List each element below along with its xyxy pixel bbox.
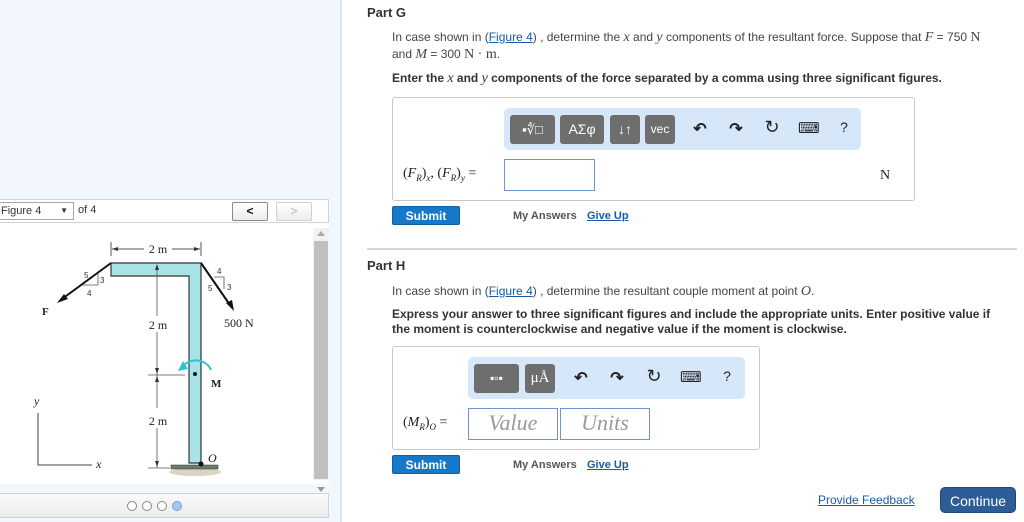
part-h-my-answers[interactable]: My Answers: [513, 459, 577, 471]
figure-4-link[interactable]: Figure 4: [489, 30, 533, 44]
figure-4-link-h[interactable]: Figure 4: [489, 284, 533, 298]
part-h-title: Part H: [367, 258, 406, 273]
part-h-instructions: Express your answer to three significant…: [392, 307, 991, 336]
value-input[interactable]: Value: [468, 408, 558, 440]
page-dot-1[interactable]: [127, 501, 137, 511]
continue-button[interactable]: Continue: [940, 487, 1016, 513]
templates-button-h[interactable]: ▪▫▪: [474, 364, 519, 393]
keyboard-icon-h[interactable]: ⌨: [680, 368, 702, 386]
part-g-answer-box: ▪∜□ ΑΣφ ↓↑ vec ↶ ↷ ↻ ⌨ ? (FR)x, (FR)y = …: [392, 97, 915, 201]
force-500n-label: 500 N: [224, 316, 254, 330]
units-input[interactable]: Units: [560, 408, 650, 440]
svg-text:3: 3: [227, 283, 232, 292]
help-icon-h[interactable]: ?: [717, 368, 737, 384]
svg-text:5: 5: [208, 284, 213, 293]
next-figure-button[interactable]: >: [276, 202, 312, 221]
mid-dimension-label: 2 m: [149, 318, 168, 332]
moment-label: M: [211, 378, 222, 390]
scrollbar-thumb[interactable]: [314, 241, 328, 479]
part-h-submit-button[interactable]: Submit: [392, 455, 460, 474]
part-g-my-answers[interactable]: My Answers: [513, 210, 577, 222]
svg-text:3: 3: [100, 276, 105, 285]
part-g-instructions: Enter the x and y components of the forc…: [392, 71, 942, 86]
vector-button[interactable]: vec: [645, 115, 675, 144]
page-dot-2[interactable]: [142, 501, 152, 511]
figure-toolbar: Figure 4 ▼ of 4 < >: [0, 199, 329, 223]
part-h-give-up-link[interactable]: Give Up: [587, 459, 629, 471]
svg-text:x: x: [95, 457, 102, 471]
help-icon[interactable]: ?: [834, 119, 854, 135]
page-dot-3[interactable]: [157, 501, 167, 511]
top-dimension-label: 2 m: [149, 242, 168, 256]
xy-axes: y x: [33, 394, 102, 471]
reset-icon-h[interactable]: ↻: [644, 366, 664, 387]
part-g-submit-button[interactable]: Submit: [392, 206, 460, 225]
figure-select-value: Figure 4: [1, 205, 42, 217]
keyboard-icon[interactable]: ⌨: [798, 119, 820, 137]
svg-text:y: y: [33, 394, 40, 408]
part-g-title: Part G: [367, 5, 407, 20]
reset-icon[interactable]: ↻: [762, 117, 782, 138]
part-h-question: In case shown in (Figure 4) , determine …: [392, 284, 815, 299]
scroll-down-icon[interactable]: [317, 487, 325, 492]
page-dot-4[interactable]: [172, 501, 182, 511]
figure-diagram: 2 m 2 m 2 m 5 3 4 F 4 3 5 500 N M O y x: [33, 242, 254, 476]
figure-select[interactable]: Figure 4 ▼: [0, 202, 74, 220]
part-h-field-label: (MR)O =: [403, 415, 448, 432]
force-f-label: F: [42, 306, 49, 318]
part-g-math-toolbar: ▪∜□ ΑΣφ ↓↑ vec ↶ ↷ ↻ ⌨ ?: [504, 108, 861, 150]
origin-label: O: [208, 451, 217, 465]
redo-icon[interactable]: ↷: [726, 119, 746, 139]
undo-icon-h[interactable]: ↶: [571, 368, 591, 388]
redo-icon-h[interactable]: ↷: [607, 368, 627, 388]
previous-figure-button[interactable]: <: [232, 202, 268, 221]
bottom-dimension-label: 2 m: [149, 414, 168, 428]
part-g-answer-input[interactable]: [504, 159, 595, 191]
dropdown-arrow-icon: ▼: [60, 206, 68, 215]
figure-canvas: 2 m 2 m 2 m 5 3 4 F 4 3 5 500 N M O y x: [0, 223, 329, 484]
arrows-button[interactable]: ↓↑: [610, 115, 640, 144]
top-dimension: 2 m: [110, 242, 202, 256]
provide-feedback-link[interactable]: Provide Feedback: [818, 493, 915, 507]
part-g-field-label: (FR)x, (FR)y =: [403, 166, 477, 183]
part-g-unit: N: [880, 168, 891, 183]
part-g-question: In case shown in (Figure 4) , determine …: [392, 30, 981, 62]
force-500n-arrow: 4 3 5 500 N: [200, 262, 254, 330]
part-h-answer-box: ▪▫▪ μÅ ↶ ↷ ↻ ⌨ ? (MR)O = Value Units: [392, 346, 760, 450]
section-divider: [367, 248, 1017, 250]
figure-scrollbar[interactable]: [313, 228, 329, 492]
svg-text:4: 4: [217, 267, 222, 276]
part-g-give-up-link[interactable]: Give Up: [587, 210, 629, 222]
svg-text:4: 4: [87, 289, 92, 298]
templates-button[interactable]: ▪∜□: [510, 115, 555, 144]
undo-icon[interactable]: ↶: [690, 119, 710, 139]
greek-symbols-button[interactable]: ΑΣφ: [560, 115, 604, 144]
figure-count: of 4: [78, 204, 97, 216]
part-h-math-toolbar: ▪▫▪ μÅ ↶ ↷ ↻ ⌨ ?: [468, 357, 745, 399]
units-button[interactable]: μÅ: [525, 364, 555, 393]
scroll-up-icon[interactable]: [317, 231, 325, 236]
force-f-arrow: 5 3 4 F: [42, 262, 112, 318]
figure-panel: Figure 4 ▼ of 4 < > 2 m 2 m 2 m 5 3 4 F …: [0, 0, 342, 522]
figure-pagination: [0, 493, 329, 518]
vertical-dimensions: 2 m 2 m: [148, 264, 185, 469]
svg-text:5: 5: [84, 271, 89, 280]
